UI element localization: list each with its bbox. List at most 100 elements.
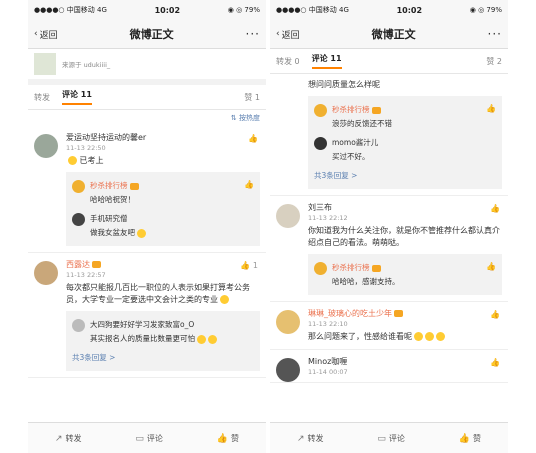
nav-bar: ‹ 返回 微博正文 ··· [28,20,266,49]
tab-comment[interactable]: 评论 11 [311,53,342,69]
thumbs-up-icon: 👍 [216,433,229,444]
back-button[interactable]: ‹ 返回 [34,28,58,41]
comment-username[interactable]: 爱运动坚持运动的馨er [66,132,260,143]
reply-username[interactable]: 秒杀排行榜 [332,262,496,273]
avatar[interactable] [72,319,85,332]
vip-badge-icon [394,310,403,317]
repost-icon: ↗ [54,433,63,444]
comment-text: 已考上 [66,155,260,167]
status-bar: ●●●●○ 中国移动 4G 10:02 ◉ ◎ 79% [270,0,508,20]
like-button-bottom[interactable]: 👍 赞 [217,433,239,444]
chevron-left-icon: ‹ [34,29,38,39]
like-button[interactable]: 👍 [248,134,258,143]
thumbs-up-icon: 👍 [458,433,471,444]
avatar[interactable] [276,310,300,334]
repost-label: 转发 [65,433,82,443]
repost-button[interactable]: ↗ 转发 [297,433,324,444]
reply-text-content: 其实报名人的质量比数量更可怕 [90,334,195,343]
emoji-icon [197,334,206,344]
repost-label: 转发 [307,433,324,443]
comment-username[interactable]: 西露达 [66,259,260,270]
avatar[interactable] [72,213,85,226]
repost-icon: ↗ [296,433,305,444]
back-button[interactable]: ‹ 返回 [276,28,300,41]
vip-badge-icon [371,106,381,114]
sort-toggle[interactable]: ⇅ 按热度 [28,110,266,126]
reply-username[interactable]: 秒杀排行榜 [90,180,254,191]
comment-time: 11-14 00:07 [308,368,348,376]
tab-like[interactable]: 赞 2 [486,56,502,67]
tab-repost[interactable]: 转发 [34,92,50,103]
reply-username[interactable]: momo酱汁儿 [332,137,496,148]
reply-text: 其实报名人的质量比数量更可怕 [90,333,254,344]
comment-text: 那么问题来了，性感给谁看呢 [308,331,502,343]
reply-username[interactable]: 秒杀排行榜 [332,104,496,115]
right-screenshot: ●●●●○ 中国移动 4G 10:02 ◉ ◎ 79% ‹ 返回 微博正文 ···… [270,0,508,453]
like-count: 1 [252,261,258,270]
reply-box: 秒杀排行榜 哈哈哈祝贺！ 👍 手机研究僧 做我女盆友吧 [66,172,260,246]
comment-button[interactable]: ▭ 评论 [135,433,163,444]
tab-comment[interactable]: 评论 11 [62,89,92,105]
emoji-icon [414,332,423,341]
post-thumbnail [34,53,56,75]
comment-button[interactable]: ▭ 评论 [377,433,405,444]
avatar[interactable] [34,261,58,285]
avatar[interactable] [276,358,300,382]
sort-label: 按热度 [239,114,260,122]
like-button[interactable]: 👍 [490,358,500,367]
comment-time: 11-13 22:50 [66,144,106,152]
carrier-text: ●●●●○ 中国移动 4G [34,6,107,14]
comment-time: 11-13 22:57 [66,271,106,279]
like-button[interactable]: 👍 [490,310,500,319]
reply-item: 手机研究僧 做我女盆友吧 [72,209,254,242]
avatar[interactable] [72,180,85,193]
tab-repost[interactable]: 转发 0 [276,56,300,67]
more-replies-link[interactable]: 共3条回复 > [314,166,496,185]
bottom-action-bar: ↗ 转发 ▭ 评论 👍 赞 [28,422,266,453]
vip-badge-icon [371,264,381,272]
avatar[interactable] [314,137,327,150]
more-button[interactable]: ··· [488,27,502,41]
repost-button[interactable]: ↗ 转发 [55,433,82,444]
comment-username-text: 西露达 [66,260,90,269]
comment-label: 评论 [388,433,405,443]
comment-username[interactable]: 刘三布 [308,202,502,213]
comment-item: Minoz咖喱 11-14 00:07 👍 [270,350,508,383]
original-post[interactable]: 来源于 udukiiii_ [28,49,266,85]
back-label: 返回 [39,30,58,41]
like-button[interactable]: 👍 1 [240,261,258,270]
sort-icon: ⇅ [230,114,237,122]
comment-item: 想问问质量怎么样呢 秒杀排行榜 浪莎的反馈还不错 👍 momo酱汁儿 买过不好。… [270,74,508,196]
comment-username[interactable]: 琳琳_玻璃心的吃土少年 [308,308,502,319]
like-label: 赞 [473,433,482,443]
comment-username[interactable]: Minoz咖喱 [308,356,502,367]
comment-username-text: 琳琳_玻璃心的吃土少年 [308,309,392,318]
like-button[interactable]: 👍 [486,262,496,271]
carrier-text: ●●●●○ 中国移动 4G [276,6,349,14]
reply-item: 秒杀排行榜 哈哈哈祝贺！ 👍 [72,176,254,209]
like-button[interactable]: 👍 [490,204,500,213]
comment-time: 11-13 22:12 [308,214,348,222]
avatar[interactable] [314,104,327,117]
reply-username[interactable]: 手机研究僧 [90,213,254,224]
like-button[interactable]: 👍 [244,180,254,189]
post-source: 来源于 udukiiii_ [62,61,111,69]
emoji-icon [425,332,434,341]
more-replies-link[interactable]: 共3条回复 > [72,348,254,367]
clock: 10:02 [154,5,181,15]
comment-time: 11-13 22:10 [308,320,348,328]
more-button[interactable]: ··· [246,27,260,41]
reply-username[interactable]: 大四狗要好好学习发家致富o_O [90,319,254,330]
avatar[interactable] [276,204,300,228]
comment-item: 琳琳_玻璃心的吃土少年 11-13 22:10 那么问题来了，性感给谁看呢 👍 [270,302,508,350]
like-button[interactable]: 👍 [486,104,496,113]
like-button-bottom[interactable]: 👍 赞 [459,433,481,444]
tab-like[interactable]: 赞 1 [244,92,260,103]
avatar[interactable] [34,134,58,158]
reply-username-text: 秒杀排行榜 [332,105,370,114]
avatar[interactable] [314,262,327,275]
vip-badge-icon [129,182,139,190]
reply-username-text: 秒杀排行榜 [332,263,370,272]
reply-text: 买过不好。 [332,152,370,161]
comment-icon: ▭ [377,433,386,444]
